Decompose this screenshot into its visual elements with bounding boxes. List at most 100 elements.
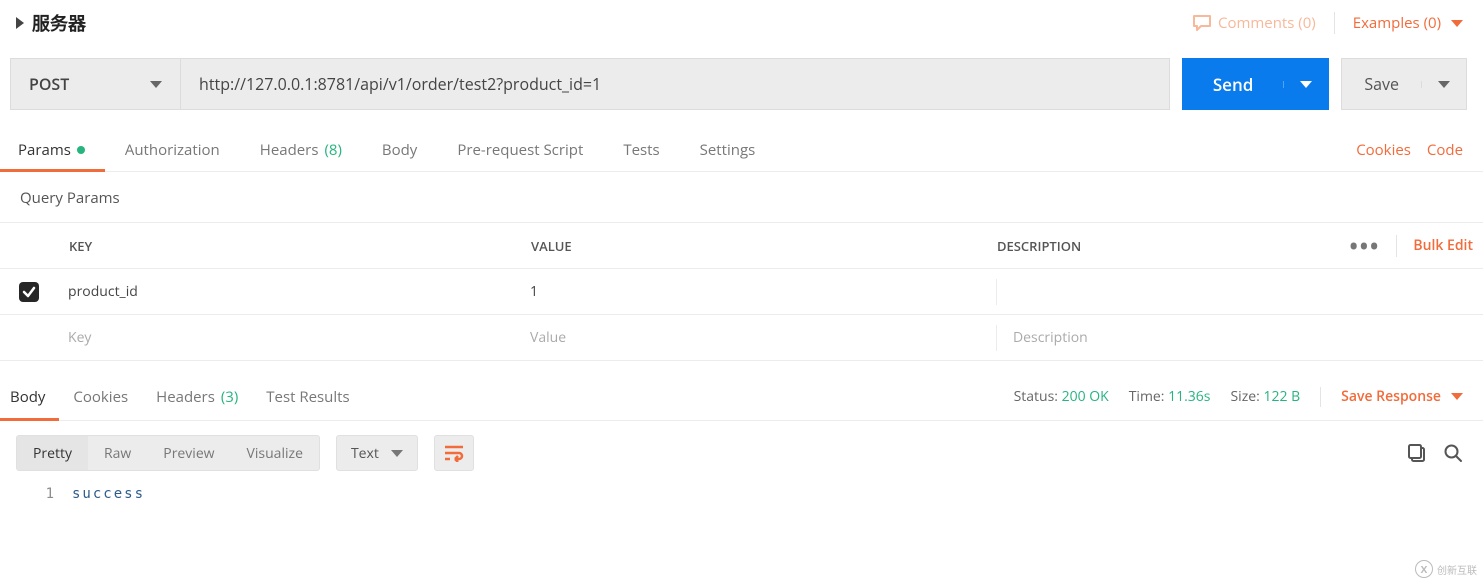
cookies-link[interactable]: Cookies: [1356, 140, 1411, 160]
save-response-label: Save Response: [1341, 387, 1441, 406]
http-method-value: POST: [29, 73, 69, 95]
send-button[interactable]: Send: [1182, 58, 1330, 110]
view-pretty[interactable]: Pretty: [17, 436, 88, 470]
tab-label: Settings: [700, 140, 756, 160]
line-gutter: 1: [0, 483, 72, 505]
param-description-input[interactable]: [996, 279, 1473, 305]
save-button[interactable]: Save: [1341, 58, 1467, 110]
request-tabs-row: Params Authorization Headers (8) Body Pr…: [0, 128, 1483, 172]
request-header: 服务器 Comments (0) Examples (0): [0, 0, 1483, 48]
tab-settings[interactable]: Settings: [680, 128, 776, 171]
more-options-icon[interactable]: •••: [1350, 231, 1381, 261]
chevron-down-icon: [150, 81, 162, 88]
chevron-down-icon: [391, 450, 403, 457]
query-params-title: Query Params: [0, 172, 1483, 222]
table-header: KEY VALUE DESCRIPTION ••• Bulk Edit: [0, 223, 1483, 269]
tab-count: (8): [324, 140, 341, 160]
table-row[interactable]: product_id 1: [0, 269, 1483, 315]
request-url-bar: POST http://127.0.0.1:8781/api/v1/order/…: [0, 48, 1483, 128]
tab-label: Headers: [260, 140, 319, 160]
tab-body[interactable]: Body: [362, 128, 437, 171]
status-value: 200 OK: [1062, 387, 1109, 406]
table-row-new[interactable]: Key Value Description: [0, 315, 1483, 361]
bulk-edit-link[interactable]: Bulk Edit: [1413, 236, 1473, 255]
view-raw[interactable]: Raw: [88, 436, 147, 470]
view-mode-segment: Pretty Raw Preview Visualize: [16, 435, 320, 471]
code-link[interactable]: Code: [1427, 140, 1463, 160]
send-dropdown[interactable]: [1283, 81, 1328, 88]
tab-label: Tests: [623, 140, 659, 160]
param-value-input[interactable]: 1: [520, 282, 986, 301]
chevron-down-icon: [1438, 81, 1450, 88]
query-params-table: KEY VALUE DESCRIPTION ••• Bulk Edit prod…: [0, 222, 1483, 361]
response-tabs-row: Body Cookies Headers (3) Test Results St…: [0, 373, 1483, 421]
divider: [1320, 387, 1321, 407]
tab-params[interactable]: Params: [0, 128, 105, 171]
method-url-group: POST http://127.0.0.1:8781/api/v1/order/…: [10, 58, 1170, 110]
response-format-select[interactable]: Text: [336, 435, 418, 471]
collapse-toggle-icon[interactable]: [16, 17, 24, 29]
param-value-input[interactable]: Value: [520, 328, 986, 347]
copy-response-icon[interactable]: [1407, 443, 1427, 463]
code-content: success: [72, 483, 145, 505]
size-value: 122 B: [1263, 387, 1300, 406]
col-key: KEY: [58, 237, 520, 255]
response-body[interactable]: 1 success: [0, 481, 1483, 515]
size-group: Size: 122 B: [1230, 387, 1300, 406]
search-response-icon[interactable]: [1443, 443, 1463, 463]
comments-label: Comments (0): [1218, 13, 1316, 33]
watermark-icon: X: [1415, 560, 1433, 578]
time-value: 11.36s: [1168, 387, 1210, 406]
col-value: VALUE: [520, 237, 986, 255]
param-key-input[interactable]: product_id: [58, 282, 520, 301]
divider: [1334, 12, 1335, 34]
chevron-down-icon: [1451, 393, 1463, 400]
examples-dropdown[interactable]: Examples (0): [1353, 13, 1463, 33]
tab-tests[interactable]: Tests: [603, 128, 679, 171]
modified-indicator-icon: [77, 146, 85, 154]
chevron-down-icon: [1300, 81, 1312, 88]
tab-label: Body: [382, 140, 417, 160]
format-value: Text: [351, 444, 379, 463]
view-visualize[interactable]: Visualize: [231, 436, 319, 470]
tab-label: Pre-request Script: [457, 140, 583, 160]
resp-tab-headers[interactable]: Headers (3): [142, 373, 252, 420]
line-wrap-toggle[interactable]: [434, 435, 474, 471]
divider: [1396, 235, 1397, 257]
tab-label: Body: [10, 387, 45, 407]
request-url-input[interactable]: http://127.0.0.1:8781/api/v1/order/test2…: [181, 59, 1169, 109]
view-preview[interactable]: Preview: [147, 436, 230, 470]
examples-label: Examples (0): [1353, 13, 1441, 33]
size-label: Size:: [1230, 387, 1259, 406]
time-group: Time: 11.36s: [1129, 387, 1211, 406]
tab-count: (3): [221, 387, 238, 407]
tab-headers[interactable]: Headers (8): [240, 128, 362, 171]
send-label: Send: [1183, 73, 1284, 96]
col-description: DESCRIPTION: [996, 233, 1350, 259]
tab-authorization[interactable]: Authorization: [105, 128, 240, 171]
code-line: success: [72, 483, 145, 505]
comments-button[interactable]: Comments (0): [1192, 13, 1316, 33]
param-key-input[interactable]: Key: [58, 328, 520, 347]
resp-tab-test-results[interactable]: Test Results: [252, 373, 363, 420]
tab-label: Cookies: [73, 387, 128, 407]
response-toolbar: Pretty Raw Preview Visualize Text: [0, 421, 1483, 481]
comment-icon: [1192, 14, 1212, 32]
param-description-input[interactable]: Description: [996, 325, 1473, 351]
save-response-dropdown[interactable]: Save Response: [1341, 387, 1463, 406]
save-label: Save: [1342, 73, 1421, 95]
row-enable-checkbox[interactable]: [19, 282, 39, 302]
http-method-select[interactable]: POST: [11, 59, 181, 109]
request-name-area[interactable]: 服务器: [16, 10, 86, 36]
save-dropdown[interactable]: [1421, 81, 1466, 88]
watermark-text: 创新互联: [1437, 562, 1477, 577]
tab-label: Params: [18, 140, 71, 160]
chevron-down-icon: [1451, 20, 1463, 27]
resp-tab-cookies[interactable]: Cookies: [59, 373, 142, 420]
status-group: Status: 200 OK: [1014, 387, 1109, 406]
resp-tab-body[interactable]: Body: [0, 373, 59, 420]
tab-prereq-script[interactable]: Pre-request Script: [437, 128, 603, 171]
tab-label: Headers: [156, 387, 215, 407]
watermark: X 创新互联: [1415, 560, 1477, 578]
request-title: 服务器: [32, 10, 86, 36]
